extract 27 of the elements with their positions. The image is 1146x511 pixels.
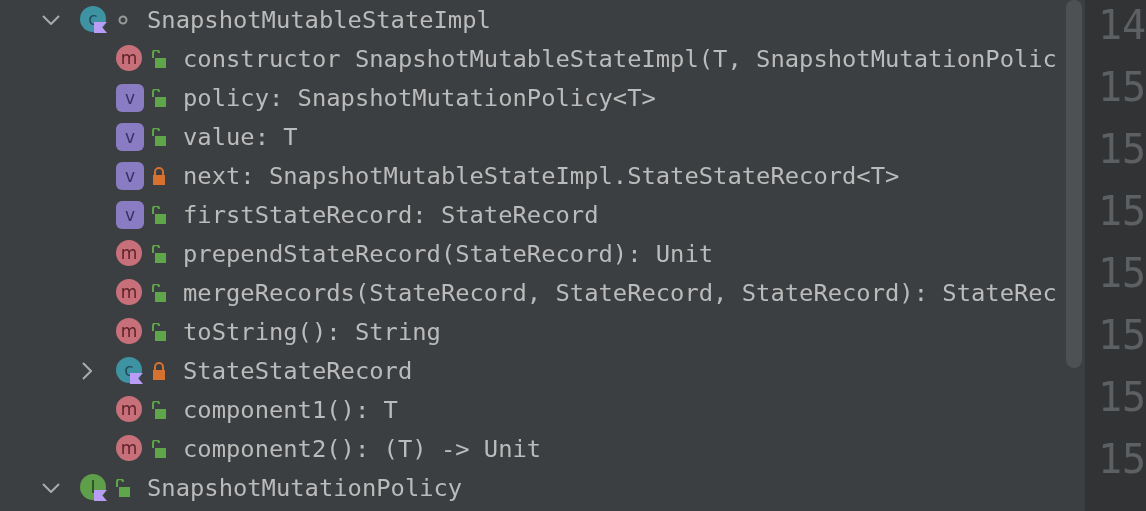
method-icon: m xyxy=(116,278,144,307)
variable-icon: v xyxy=(116,200,144,229)
variable-icon: v xyxy=(116,122,144,151)
expand-chevron-icon[interactable] xyxy=(42,14,60,25)
tree-item-label[interactable]: firstStateRecord: StateRecord xyxy=(183,200,599,229)
tree-item-label[interactable]: SnapshotMutableStateImpl xyxy=(147,5,491,34)
interface-icon: I xyxy=(80,473,108,502)
variable-icon: v xyxy=(116,83,144,112)
method-icon: m xyxy=(116,317,144,346)
tree-item-label[interactable]: constructor SnapshotMutableStateImpl(T, SnapshotMutationPolic xyxy=(183,44,1057,73)
tree-item-label[interactable]: mergeRecords(StateRecord, StateRecord, StateRecord): StateRec xyxy=(183,278,1057,307)
tree-item-label[interactable]: component2(): (T) -> Unit xyxy=(183,434,542,463)
method-icon: m xyxy=(116,239,144,268)
tree-item-label[interactable]: SnapshotMutationPolicy xyxy=(147,473,463,502)
tree-item-label[interactable]: value: T xyxy=(183,122,298,151)
tree-item-label[interactable]: prependStateRecord(StateRecord): Unit xyxy=(183,239,714,268)
tree-item-label[interactable]: next: SnapshotMutableStateImpl.StateStateRecord<T> xyxy=(183,161,900,190)
tree-item-label[interactable]: policy: SnapshotMutationPolicy<T> xyxy=(183,83,656,112)
collapse-chevron-icon[interactable] xyxy=(82,361,92,380)
tree-item-label[interactable]: StateStateRecord xyxy=(183,356,413,385)
method-icon: m xyxy=(116,395,144,424)
expand-chevron-icon[interactable] xyxy=(42,482,60,493)
tree-item-label[interactable]: component1(): T xyxy=(183,395,398,424)
tree-item-label[interactable]: toString(): String xyxy=(183,317,441,346)
method-icon: m xyxy=(116,44,144,73)
method-icon: m xyxy=(116,434,144,463)
variable-icon: v xyxy=(116,161,144,190)
